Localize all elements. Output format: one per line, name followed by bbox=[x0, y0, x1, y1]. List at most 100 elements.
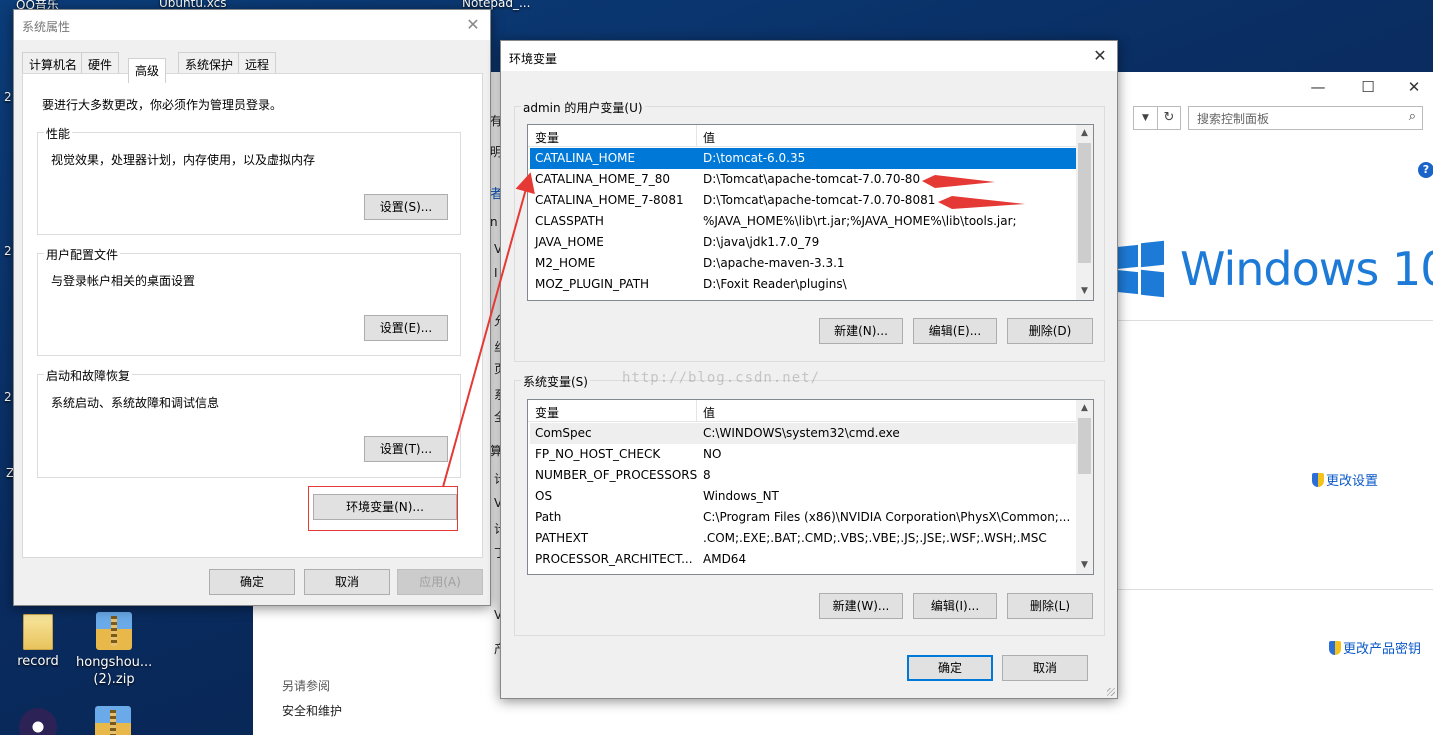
user-delete-button[interactable]: 删除(D) bbox=[1007, 318, 1093, 344]
maximize-icon[interactable]: ☐ bbox=[1353, 76, 1383, 98]
admin-note: 要进行大多数更改，你必须作为管理员登录。 bbox=[42, 98, 283, 112]
desktop-icon-label: record bbox=[17, 654, 59, 669]
variable-name: ComSpec bbox=[535, 426, 592, 440]
resize-grip-icon[interactable] bbox=[1107, 688, 1115, 696]
variable-value: D:\java\jdk1.7.0_79 bbox=[703, 235, 820, 249]
scroll-up-icon[interactable]: ▲ bbox=[1076, 400, 1093, 417]
variable-value: .COM;.EXE;.BAT;.CMD;.VBS;.VBE;.JS;.JSE;.… bbox=[703, 531, 1047, 545]
close-icon[interactable]: ✕ bbox=[1399, 76, 1429, 98]
table-row[interactable]: OS Windows_NT bbox=[530, 486, 1076, 507]
folder-icon bbox=[23, 614, 53, 650]
table-row[interactable]: FP_NO_HOST_CHECK NO bbox=[530, 444, 1076, 465]
zip-archive-icon[interactable] bbox=[95, 706, 131, 735]
user-edit-button[interactable]: 编辑(E)... bbox=[913, 318, 997, 344]
table-row[interactable]: CATALINA_HOME D:\tomcat-6.0.35 bbox=[530, 148, 1076, 169]
table-row[interactable]: MOZ_PLUGIN_PATH D:\Foxit Reader\plugins\ bbox=[530, 274, 1076, 295]
table-row[interactable]: PROCESSOR_ARCHITECT... AMD64 bbox=[530, 549, 1076, 570]
change-product-key-link[interactable]: 更改产品密钥 bbox=[1329, 638, 1421, 657]
watermark-text: http://blog.csdn.net/ bbox=[622, 370, 821, 386]
eclipse-icon[interactable] bbox=[19, 708, 57, 735]
close-icon[interactable]: ✕ bbox=[462, 14, 484, 36]
variable-name: FP_NO_HOST_CHECK bbox=[535, 447, 661, 461]
dialog-title: 系统属性 bbox=[22, 20, 71, 34]
scroll-down-icon[interactable]: ▼ bbox=[1076, 557, 1093, 574]
user-new-button[interactable]: 新建(N)... bbox=[819, 318, 903, 344]
table-row[interactable]: CATALINA_HOME_7_80 D:\Tomcat\apache-tomca… bbox=[530, 169, 1076, 190]
apply-button[interactable]: 应用(A) bbox=[397, 569, 483, 595]
close-icon[interactable]: ✕ bbox=[1089, 45, 1111, 67]
tab-computer-name[interactable]: 计算机名 bbox=[22, 52, 85, 74]
address-dropdown-icon[interactable]: ▼ bbox=[1133, 106, 1157, 130]
search-input[interactable]: 搜索控制面板 ⌕ bbox=[1188, 106, 1423, 130]
tab-system-protection[interactable]: 系统保护 bbox=[178, 52, 241, 74]
user-variables-list[interactable]: 变量 值 CATALINA_HOME D:\tomcat-6.0.35 CATALI… bbox=[527, 124, 1094, 301]
table-row[interactable]: Path C:\Program Files (x86)\NVIDIA Corpor… bbox=[530, 507, 1076, 528]
system-new-button[interactable]: 新建(W)... bbox=[819, 593, 903, 619]
column-header-variable[interactable]: 变量 bbox=[535, 404, 559, 421]
column-header-value[interactable]: 值 bbox=[703, 129, 715, 146]
search-icon: ⌕ bbox=[1408, 109, 1416, 124]
cancel-button[interactable]: 取消 bbox=[304, 569, 390, 595]
windows-10-brand: Windows 10 bbox=[1116, 240, 1433, 300]
change-settings-link[interactable]: 更改设置 bbox=[1312, 470, 1378, 489]
table-row[interactable]: NUMBER_OF_PROCESSORS 8 bbox=[530, 465, 1076, 486]
desktop-edge-fragment: 2 bbox=[4, 244, 12, 258]
vertical-scrollbar[interactable]: ▲ ▼ bbox=[1076, 125, 1093, 300]
column-header-variable[interactable]: 变量 bbox=[535, 129, 559, 146]
tab-advanced[interactable]: 高级 bbox=[128, 58, 167, 83]
variable-name: MOZ_PLUGIN_PATH bbox=[535, 277, 650, 291]
vertical-scrollbar[interactable]: ▲ ▼ bbox=[1076, 400, 1093, 574]
minimize-icon[interactable]: — bbox=[1303, 76, 1333, 98]
dialog-titlebar: 环境变量 ✕ bbox=[501, 41, 1117, 71]
tab-hardware[interactable]: 硬件 bbox=[81, 52, 120, 74]
system-variables-list[interactable]: 变量 值 ComSpec C:\WINDOWS\system32\cmd.exe F… bbox=[527, 399, 1094, 575]
system-variables-group: 系统变量(S) 变量 值 ComSpec C:\WINDOWS\system32\… bbox=[514, 373, 1105, 636]
annotation-highlight-box bbox=[308, 486, 458, 531]
variable-value: NO bbox=[703, 447, 722, 461]
ok-button[interactable]: 确定 bbox=[209, 569, 295, 595]
startup-recovery-settings-button[interactable]: 设置(T)... bbox=[364, 436, 448, 462]
performance-settings-button[interactable]: 设置(S)... bbox=[364, 194, 448, 220]
system-variables-label: 系统变量(S) bbox=[521, 373, 590, 390]
system-delete-button[interactable]: 删除(L) bbox=[1007, 593, 1093, 619]
security-maintenance-link[interactable]: 安全和维护 bbox=[282, 702, 342, 719]
scrollbar-thumb[interactable] bbox=[1078, 418, 1091, 474]
scrollbar-thumb[interactable] bbox=[1078, 143, 1091, 263]
shield-icon bbox=[1329, 641, 1341, 655]
scroll-up-icon[interactable]: ▲ bbox=[1076, 125, 1093, 142]
table-row[interactable]: ComSpec C:\WINDOWS\system32\cmd.exe bbox=[530, 423, 1076, 444]
table-row[interactable]: PATHEXT .COM;.EXE;.BAT;.CMD;.VBS;.VBE;.JS… bbox=[530, 528, 1076, 549]
desktop-edge-fragment: 2 bbox=[4, 390, 12, 404]
table-row[interactable]: JAVA_HOME D:\java\jdk1.7.0_79 bbox=[530, 232, 1076, 253]
refresh-icon[interactable]: ↻ bbox=[1157, 106, 1181, 130]
desktop-edge-fragment: 2 bbox=[4, 90, 12, 104]
variable-value: D:\Tomcat\apache-tomcat-7.0.70-80 bbox=[703, 172, 921, 186]
see-also-heading: 另请参阅 bbox=[282, 679, 331, 693]
variable-name: CATALINA_HOME_7-8081 bbox=[535, 193, 684, 207]
table-row[interactable]: M2_HOME D:\apache-maven-3.3.1 bbox=[530, 253, 1076, 274]
desktop-icon-zip[interactable]: hongshou... (2).zip bbox=[76, 612, 152, 688]
ok-button[interactable]: 确定 bbox=[907, 655, 993, 681]
startup-recovery-group: 启动和故障恢复 系统启动、系统故障和调试信息 设置(T)... bbox=[37, 367, 461, 478]
system-edit-button[interactable]: 编辑(I)... bbox=[913, 593, 997, 619]
column-header-value[interactable]: 值 bbox=[703, 404, 715, 421]
sidebar-fragment: I bbox=[494, 266, 498, 280]
tab-remote[interactable]: 远程 bbox=[238, 52, 277, 74]
variable-name: NUMBER_OF_PROCESSORS bbox=[535, 468, 698, 482]
user-profiles-group: 用户配置文件 与登录帐户相关的桌面设置 设置(E)... bbox=[37, 246, 461, 356]
scroll-down-icon[interactable]: ▼ bbox=[1076, 283, 1093, 300]
variable-value: Windows_NT bbox=[703, 489, 779, 503]
help-icon[interactable]: ? bbox=[1418, 162, 1433, 178]
user-profiles-settings-button[interactable]: 设置(E)... bbox=[364, 315, 448, 341]
table-row[interactable]: CATALINA_HOME_7-8081 D:\Tomcat\apache-tom… bbox=[530, 190, 1076, 211]
desktop-icon-label: hongshou... (2).zip bbox=[76, 655, 153, 687]
table-row[interactable]: CLASSPATH %JAVA_HOME%\lib\rt.jar;%JAVA_HO… bbox=[530, 211, 1076, 232]
variable-name: PROCESSOR_ARCHITECT... bbox=[535, 552, 693, 566]
windows-logo-icon bbox=[1116, 240, 1164, 298]
change-settings-label: 更改设置 bbox=[1326, 474, 1379, 489]
variable-name: PATHEXT bbox=[535, 531, 589, 545]
variable-value: AMD64 bbox=[703, 552, 747, 566]
cancel-button[interactable]: 取消 bbox=[1002, 655, 1088, 681]
variable-name: Path bbox=[535, 510, 562, 524]
desktop-icon-record[interactable]: record bbox=[0, 614, 76, 669]
